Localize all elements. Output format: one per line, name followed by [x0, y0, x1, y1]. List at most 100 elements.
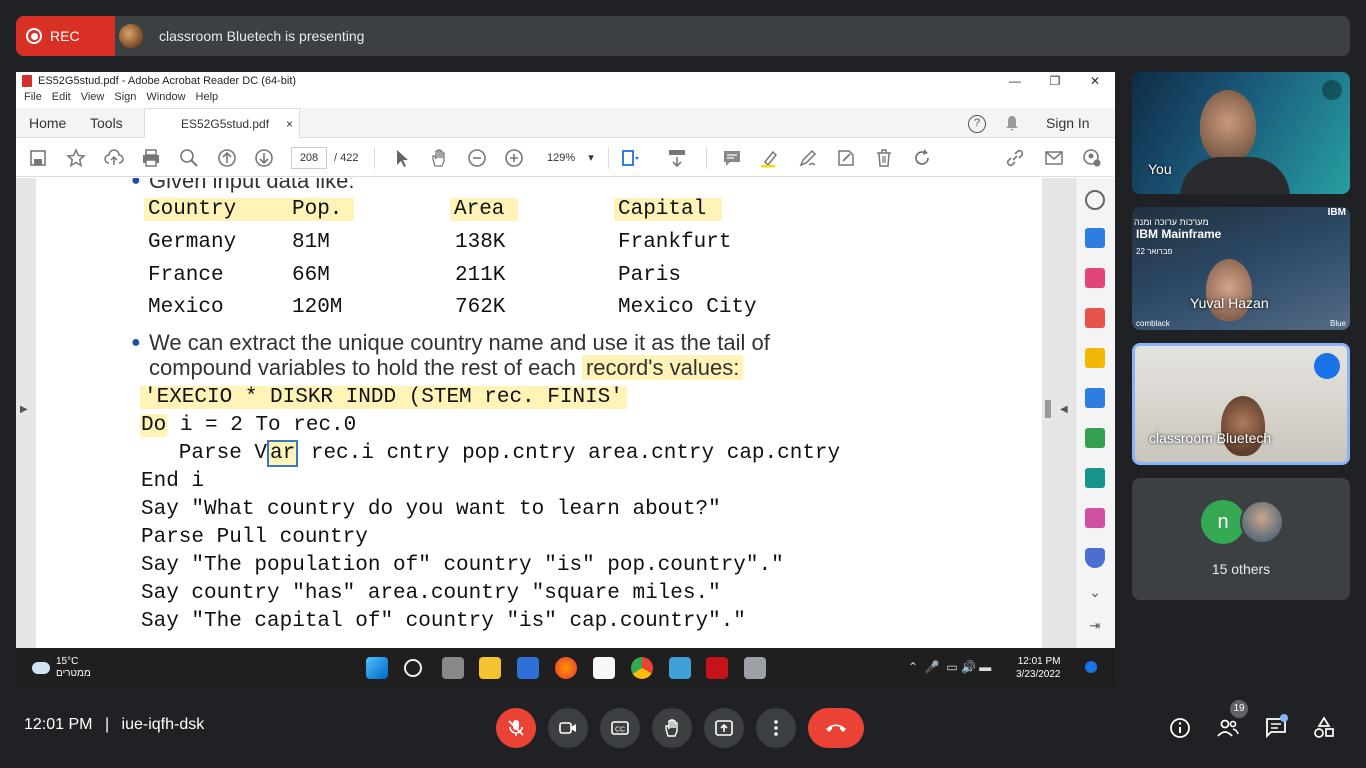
zoom-in-icon[interactable]: [504, 148, 524, 168]
highlighter-icon[interactable]: [760, 148, 780, 168]
menu-sign[interactable]: Sign: [114, 91, 136, 107]
close-window-button[interactable]: ✕: [1075, 72, 1115, 90]
upload-cloud-icon[interactable]: [104, 148, 124, 168]
file-explorer-icon[interactable]: [479, 657, 501, 679]
tab-document[interactable]: ES52G5stud.pdf ×: [144, 108, 300, 138]
combine-files-icon[interactable]: [1085, 388, 1105, 408]
present-now-button[interactable]: [704, 708, 744, 748]
print-icon[interactable]: [141, 148, 161, 168]
taskbar-clock[interactable]: 12:01 PM 3/23/2022: [1016, 655, 1061, 681]
firefox-icon[interactable]: [555, 657, 577, 679]
draw-pen-icon[interactable]: [798, 148, 818, 168]
raise-hand-button[interactable]: [652, 708, 692, 748]
participant-tile-classroom-bluetech[interactable]: classroom Bluetech: [1132, 343, 1350, 465]
task-view-icon[interactable]: [442, 657, 464, 679]
minimize-button[interactable]: —: [995, 72, 1035, 90]
microphone-toggle-button[interactable]: [496, 708, 536, 748]
save-icon[interactable]: [28, 148, 48, 168]
fill-sign-icon[interactable]: [836, 148, 856, 168]
acrobat-window: ES52G5stud.pdf - Adobe Acrobat Reader DC…: [16, 72, 1115, 687]
tab-close-icon[interactable]: ×: [286, 109, 293, 139]
search-icon[interactable]: [404, 659, 422, 677]
acrobat-icon[interactable]: [706, 657, 728, 679]
captions-button[interactable]: CC: [600, 708, 640, 748]
collapse-right-panel-icon[interactable]: ◀: [1060, 404, 1068, 415]
menu-file[interactable]: File: [24, 91, 42, 107]
camera-toggle-button[interactable]: [548, 708, 588, 748]
menu-bar: File Edit View Sign Window Help: [16, 91, 1115, 107]
bullet-2-line1: We can extract the unique country name a…: [149, 330, 770, 355]
cell-area: 762K: [455, 296, 506, 319]
fill-sign-tool-icon[interactable]: [1085, 508, 1105, 528]
chrome-icon[interactable]: [631, 657, 653, 679]
protect-shield-icon[interactable]: [1085, 548, 1105, 568]
export-pdf-icon[interactable]: [1085, 308, 1105, 328]
next-page-icon[interactable]: [254, 148, 274, 168]
notepad-icon[interactable]: [669, 657, 691, 679]
participant-tile-you[interactable]: You: [1132, 72, 1350, 194]
page-number-input[interactable]: 208: [291, 147, 327, 169]
snipping-tool-icon[interactable]: [744, 657, 766, 679]
powershell-icon[interactable]: [517, 657, 539, 679]
edit-pdf-icon[interactable]: [1085, 468, 1105, 488]
link-icon[interactable]: [1005, 148, 1025, 168]
people-button[interactable]: [1216, 716, 1240, 740]
menu-edit[interactable]: Edit: [52, 91, 71, 107]
cell-pop: 66M: [292, 264, 330, 287]
windows-start-icon[interactable]: [366, 657, 388, 679]
prev-page-icon[interactable]: [217, 148, 237, 168]
email-icon[interactable]: [1044, 148, 1064, 168]
others-tile[interactable]: [1132, 478, 1350, 600]
participant-tile-yuval[interactable]: מערכות ערוכה ומנה IBM Mainframe 22 פברוא…: [1132, 207, 1350, 330]
zoom-level-dropdown[interactable]: 129% ▾: [535, 147, 597, 169]
comment-tool-icon[interactable]: [1085, 348, 1105, 368]
notification-icon[interactable]: [1085, 661, 1097, 673]
chevron-down-icon: ▾: [588, 152, 594, 164]
compress-pdf-icon[interactable]: [1085, 428, 1105, 448]
search-zoom-icon[interactable]: [179, 148, 199, 168]
avatar-n: n: [1201, 500, 1245, 544]
pdf-file-icon: [22, 75, 32, 87]
leave-call-button[interactable]: [808, 708, 864, 748]
tab-tools[interactable]: Tools: [90, 108, 123, 138]
system-tray-icons[interactable]: ⌃ 🎤 ▭ 🔊 ▬: [908, 660, 991, 674]
tab-home[interactable]: Home: [29, 108, 66, 138]
recording-button[interactable]: REC: [16, 16, 115, 56]
hand-tool-icon[interactable]: [429, 148, 449, 168]
maximize-button[interactable]: ❐: [1035, 72, 1075, 90]
sign-in-button[interactable]: Sign In: [1046, 108, 1090, 138]
zoom-out-icon[interactable]: [467, 148, 487, 168]
select-cursor-icon[interactable]: [392, 148, 412, 168]
ms-store-icon[interactable]: [593, 657, 615, 679]
zoom-search-icon[interactable]: [1085, 190, 1105, 210]
organize-pages-icon[interactable]: [1085, 268, 1105, 288]
comment-icon[interactable]: [722, 148, 742, 168]
collapse-panel-icon[interactable]: ⇥: [1085, 618, 1105, 638]
menu-window[interactable]: Window: [146, 91, 185, 107]
help-icon[interactable]: ?: [968, 115, 986, 133]
weather-widget[interactable]: 15°C ממטרים: [32, 656, 91, 680]
end-call-icon: [826, 724, 846, 732]
document-viewport[interactable]: ▶ ● Given input data like: Country Pop. A…: [16, 178, 1075, 648]
delete-trash-icon[interactable]: [874, 148, 894, 168]
menu-view[interactable]: View: [81, 91, 105, 107]
share-user-icon[interactable]: [1082, 148, 1102, 168]
bookmark-star-icon[interactable]: [66, 148, 86, 168]
notifications-bell-icon[interactable]: [1005, 115, 1019, 131]
more-options-button[interactable]: [756, 708, 796, 748]
meeting-details-button[interactable]: [1168, 716, 1192, 740]
rotate-icon[interactable]: [912, 148, 932, 168]
present-screen-icon: [715, 720, 733, 736]
fit-page-icon[interactable]: [620, 148, 640, 168]
tabs-bar: Home Tools ES52G5stud.pdf × ? Sign In: [16, 108, 1115, 138]
scroll-mode-icon[interactable]: [667, 148, 687, 168]
bg-corner-text: IBM: [1327, 207, 1346, 218]
create-pdf-icon[interactable]: [1085, 228, 1105, 248]
menu-help[interactable]: Help: [196, 91, 219, 107]
chevron-down-icon[interactable]: ⌄: [1085, 584, 1105, 604]
taskbar-time: 12:01 PM: [1017, 656, 1061, 667]
activities-button[interactable]: [1312, 716, 1336, 740]
vertical-scrollbar-thumb[interactable]: [1045, 400, 1051, 418]
expand-left-panel-icon[interactable]: ▶: [20, 404, 28, 415]
others-count-label: 15 others: [1211, 561, 1271, 577]
